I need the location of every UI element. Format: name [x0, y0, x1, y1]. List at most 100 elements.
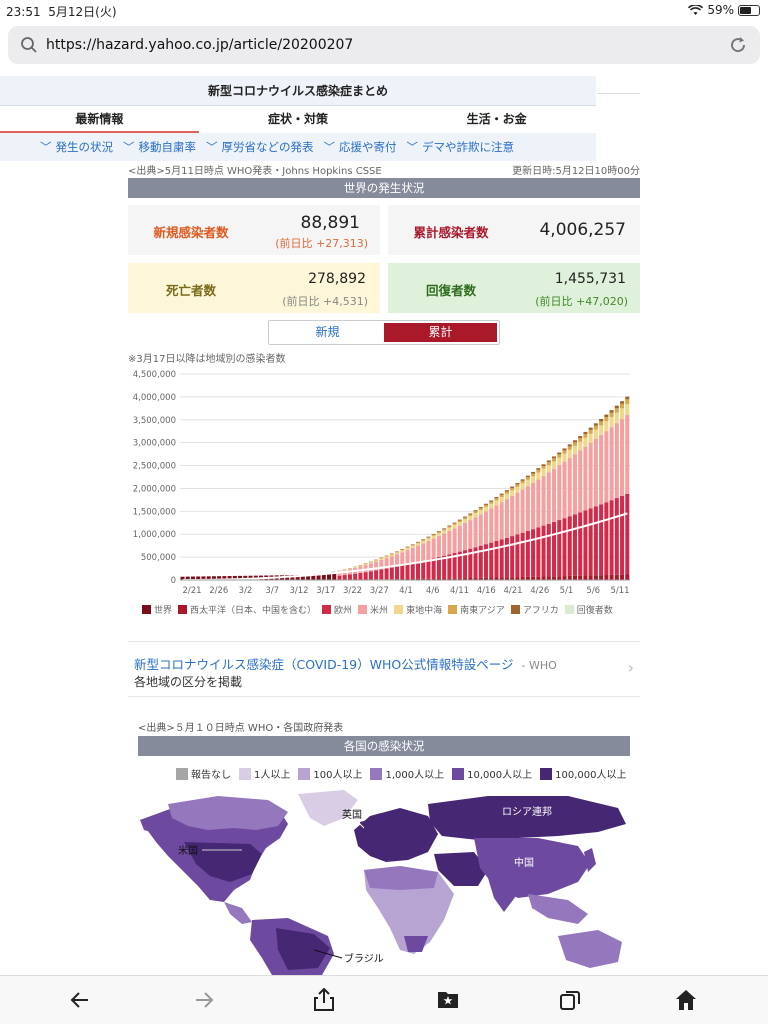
bar-emed: [525, 479, 530, 487]
bar-emed: [463, 519, 468, 523]
bar-africa: [536, 468, 541, 470]
bar-emed: [604, 421, 609, 432]
bar-emed: [374, 560, 379, 562]
battery-icon: [738, 4, 760, 16]
section-title-world: 世界の発生状況: [128, 178, 640, 198]
bar-emed: [583, 437, 588, 447]
bar-emed: [557, 457, 562, 466]
share-icon[interactable]: [312, 988, 336, 1012]
bar-seasia: [609, 412, 614, 417]
bookmarks-icon[interactable]: [436, 988, 460, 1012]
bar-europe: [531, 529, 536, 577]
legend-item: 世界: [142, 603, 172, 616]
bar-europe: [353, 573, 358, 580]
forward-icon[interactable]: [192, 988, 216, 1012]
legend-swatch: [322, 605, 332, 614]
bar-americas: [447, 530, 452, 555]
bar-seasia: [578, 438, 583, 442]
bar-emed: [552, 461, 557, 469]
search-icon: [21, 37, 37, 53]
bar-africa: [442, 528, 447, 530]
bar-emed: [457, 522, 462, 526]
subnav-scam[interactable]: ﹀ デマや詐欺に注意: [407, 133, 515, 161]
bar-europe: [395, 566, 400, 580]
y-tick-label: 3,000,000: [133, 439, 176, 449]
home-icon[interactable]: [674, 988, 698, 1012]
legend-swatch: [510, 605, 520, 614]
bar-emed: [431, 535, 436, 539]
battery-percent: 59%: [707, 3, 734, 17]
url-text[interactable]: https://hazard.yahoo.co.jp/article/20200…: [46, 37, 353, 53]
map-label-brazil: ブラジル: [344, 952, 384, 965]
bar-americas: [483, 511, 489, 545]
bar-americas: [557, 465, 562, 521]
bar-emed: [504, 493, 509, 500]
bar-europe: [578, 512, 583, 576]
bar-emed: [395, 552, 400, 555]
section-title-map: 各国の感染状況: [138, 736, 630, 756]
bar-europe: [431, 558, 436, 579]
subnav-mobility[interactable]: ﹀ 移動自粛率: [123, 133, 196, 161]
tabs-icon[interactable]: [558, 988, 582, 1012]
bar-americas: [410, 547, 415, 564]
bar-emed: [515, 486, 520, 493]
bar-emed: [599, 425, 604, 436]
who-link[interactable]: 新型コロナウイルス感染症（COVID-19）WHO公式情報特設ページ - WHO …: [128, 641, 640, 697]
bar-seasia: [405, 547, 410, 549]
bar-seasia: [415, 542, 420, 544]
tab-life-money[interactable]: 生活・お金: [397, 106, 596, 133]
bar-europe: [588, 508, 593, 576]
legend-label: アフリカ: [522, 606, 559, 616]
subnav-mhlw[interactable]: ﹀ 厚労省などの発表: [206, 133, 314, 161]
bar-americas: [515, 492, 520, 535]
bar-emed: [379, 558, 384, 560]
new-cases-box: 新規感染者数 88,891 (前日比 +27,313): [128, 205, 380, 255]
reload-icon[interactable]: [728, 35, 748, 55]
chevron-down-icon: ﹀: [123, 140, 135, 154]
subnav-outbreak[interactable]: ﹀ 発生の状況: [40, 133, 113, 161]
bar-emed: [436, 533, 441, 537]
bar-africa: [625, 396, 630, 400]
bar-europe: [536, 527, 541, 577]
tab-latest[interactable]: 最新情報: [0, 106, 199, 133]
bar-europe: [494, 541, 499, 578]
bar-emed: [625, 403, 630, 415]
x-tick-label: 2/26: [209, 586, 228, 596]
subnav-support[interactable]: ﹀ 応援や寄付: [324, 133, 397, 161]
bar-africa: [572, 440, 577, 443]
toggle-new[interactable]: 新規: [271, 323, 384, 342]
world-source: <出典>5月11日時点 WHO発表・Johns Hopkins CSSE 更新日…: [128, 162, 640, 177]
who-link-desc: 各地域の区分を掲載: [134, 675, 243, 689]
bar-americas: [593, 438, 598, 507]
covid-nav-panel: 新型コロナウイルス感染症まとめ 最新情報 症状・対策 生活・お金 ﹀ 発生の状況 …: [0, 76, 596, 168]
legend-label: 米州: [370, 606, 389, 616]
bar-seasia: [478, 508, 483, 510]
tab-symptoms[interactable]: 症状・対策: [199, 106, 398, 133]
y-tick-label: 500,000: [141, 553, 176, 563]
bar-europe: [421, 560, 426, 579]
map-legend-swatch: [176, 767, 188, 780]
bar-seasia: [499, 494, 504, 498]
bar-africa: [436, 531, 441, 532]
legend-item: 南東アジア: [448, 603, 505, 616]
bar-europe: [504, 537, 509, 578]
bar-americas: [489, 508, 494, 543]
bar-emed: [494, 500, 499, 506]
bar-emed: [536, 472, 541, 480]
x-tick-label: 4/6: [426, 586, 440, 596]
x-tick-label: 3/7: [265, 586, 279, 596]
bar-europe: [363, 572, 368, 580]
bar-emed: [562, 453, 567, 462]
x-tick-label: 3/27: [370, 586, 389, 596]
bar-seasia: [593, 425, 598, 430]
who-link-title[interactable]: 新型コロナウイルス感染症（COVID-19）WHO公式情報特設ページ: [134, 657, 513, 672]
bar-americas: [494, 505, 499, 542]
bar-africa: [483, 503, 489, 505]
chevron-down-icon: ﹀: [40, 140, 52, 154]
back-icon[interactable]: [68, 988, 92, 1012]
chart-legend: 世界 西太平洋（日本、中国を含む） 欧州 米州 東地中海 南東アジア アフリカ 回復者数: [142, 603, 613, 616]
bar-emed: [520, 483, 525, 490]
toggle-total[interactable]: 累計: [384, 323, 497, 342]
updated-time: 更新日時:5月12日10時00分: [512, 166, 640, 177]
address-bar[interactable]: https://hazard.yahoo.co.jp/article/20200…: [8, 26, 760, 64]
